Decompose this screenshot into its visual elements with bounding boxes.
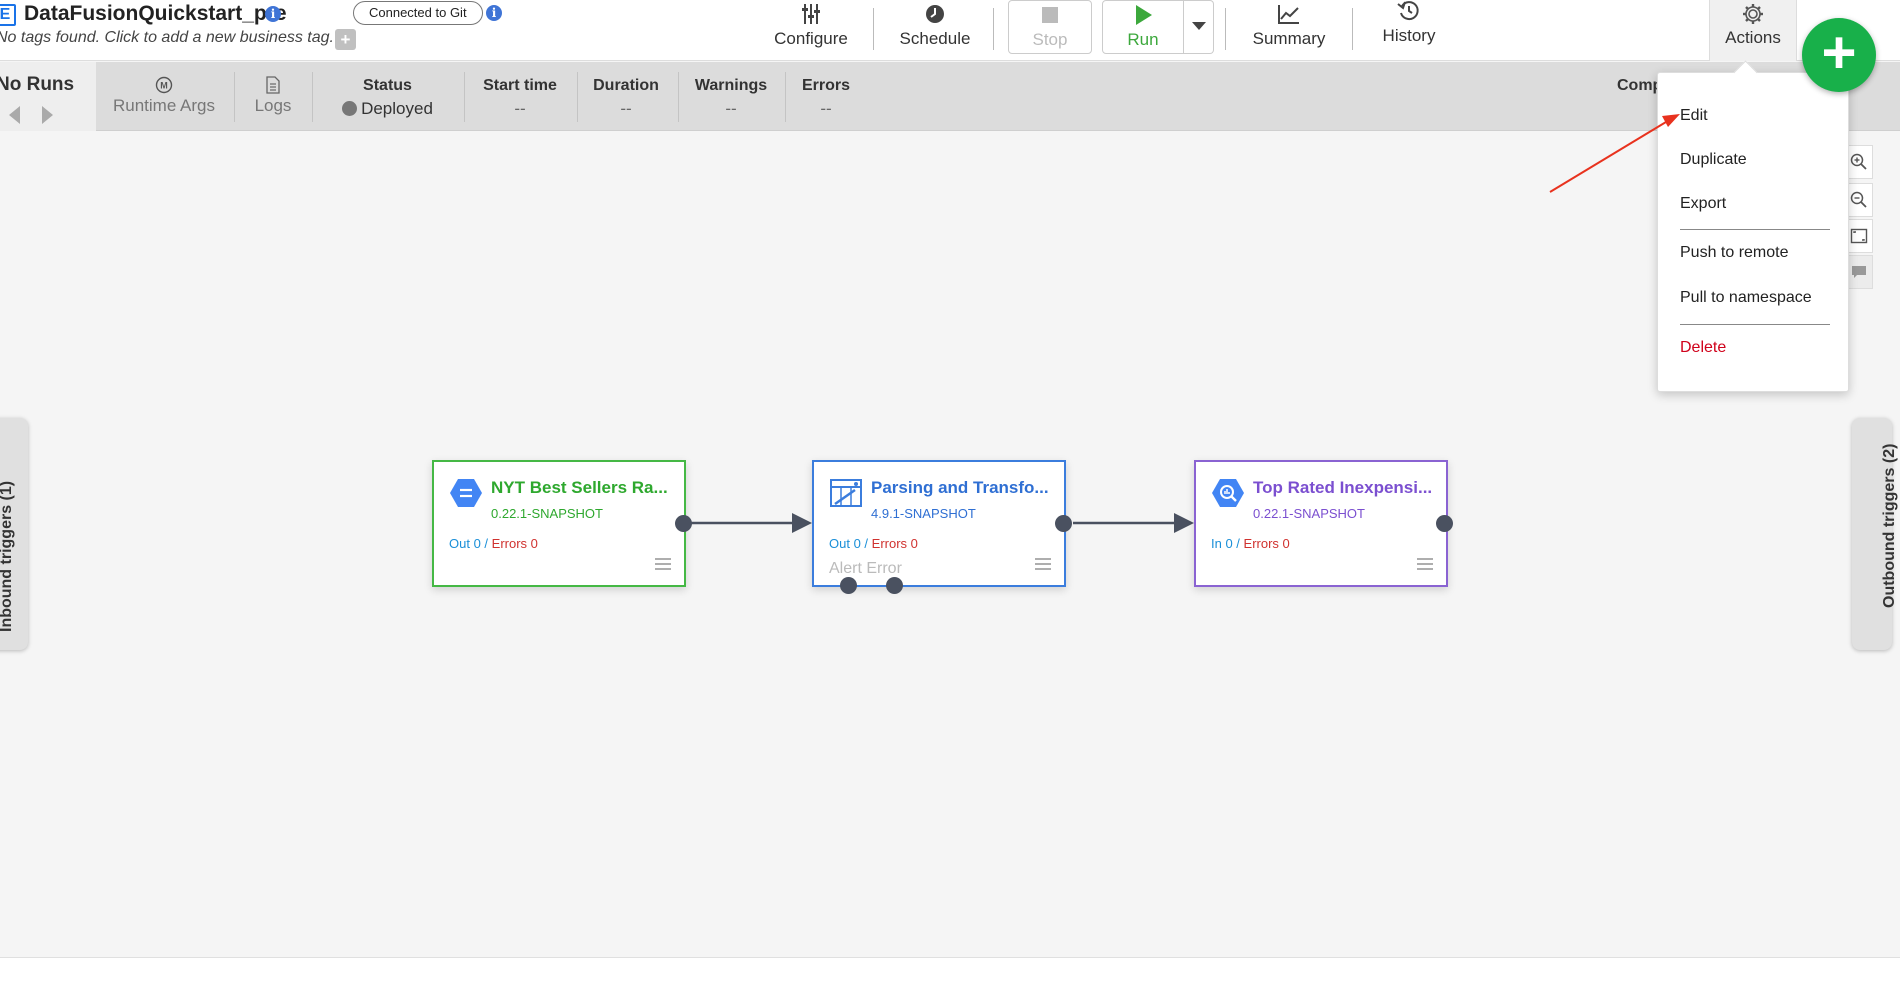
- wrangler-transform-icon: [830, 479, 862, 507]
- node-title: Parsing and Transfo...: [871, 478, 1049, 497]
- menu-item-edit[interactable]: Edit: [1680, 107, 1708, 125]
- node-title: NYT Best Sellers Ra...: [491, 478, 668, 497]
- node-error-count: Errors 0: [871, 536, 918, 551]
- hamburger-menu-icon[interactable]: [1035, 558, 1051, 570]
- menu-item-duplicate[interactable]: Duplicate: [1680, 151, 1747, 169]
- menu-item-pull-to-namespace[interactable]: Pull to namespace: [1680, 289, 1812, 307]
- node-metrics: Out 0 / Errors 0: [449, 536, 538, 551]
- comment-button[interactable]: [1845, 255, 1873, 289]
- connection-source-to-transform[interactable]: [690, 513, 812, 533]
- error-port[interactable]: [886, 577, 903, 594]
- fit-to-screen-button[interactable]: [1845, 219, 1873, 253]
- menu-item-push-to-remote[interactable]: Push to remote: [1680, 244, 1789, 262]
- hamburger-menu-icon[interactable]: [655, 558, 671, 570]
- node-version: 0.22.1-SNAPSHOT: [1253, 506, 1365, 521]
- node-metrics: Out 0 / Errors 0: [829, 536, 918, 551]
- add-fab-button[interactable]: +: [1802, 18, 1876, 92]
- zoom-out-button[interactable]: [1845, 183, 1873, 217]
- connection-transform-to-sink[interactable]: [1073, 513, 1194, 533]
- source-plugin-icon: [450, 479, 482, 507]
- hamburger-menu-icon[interactable]: [1417, 558, 1433, 570]
- node-error-count: Errors 0: [491, 536, 538, 551]
- node-title: Top Rated Inexpensi...: [1253, 478, 1433, 497]
- menu-divider: [1680, 324, 1830, 325]
- node-version: 0.22.1-SNAPSHOT: [491, 506, 603, 521]
- output-port[interactable]: [1055, 515, 1072, 532]
- alert-port[interactable]: [840, 577, 857, 594]
- bigquery-sink-icon: [1212, 479, 1244, 507]
- node-out-count: Out 0 /: [449, 536, 489, 551]
- node-alert-error-ports-label: Alert Error: [829, 560, 902, 577]
- zoom-in-button[interactable]: [1845, 145, 1873, 179]
- output-port[interactable]: [675, 515, 692, 532]
- node-in-count: In 0 /: [1211, 536, 1240, 551]
- menu-divider: [1680, 229, 1830, 230]
- output-port[interactable]: [1436, 515, 1453, 532]
- node-metrics: In 0 / Errors 0: [1211, 536, 1290, 551]
- pipeline-node-sink[interactable]: Top Rated Inexpensi... 0.22.1-SNAPSHOT I…: [1194, 460, 1448, 587]
- zoom-out-icon: [1850, 191, 1867, 208]
- actions-dropdown-menu: Edit Duplicate Export Push to remote Pul…: [1657, 72, 1849, 392]
- node-version: 4.9.1-SNAPSHOT: [871, 506, 976, 521]
- node-error-count: Errors 0: [1243, 536, 1290, 551]
- comment-icon: [1852, 266, 1866, 278]
- zoom-in-icon: [1850, 153, 1867, 170]
- pipeline-node-transform[interactable]: Parsing and Transfo... 4.9.1-SNAPSHOT Ou…: [812, 460, 1066, 587]
- node-out-count: Out 0 /: [829, 536, 869, 551]
- menu-item-export[interactable]: Export: [1680, 195, 1726, 213]
- menu-item-delete[interactable]: Delete: [1680, 339, 1726, 357]
- fit-to-screen-icon: [1850, 228, 1868, 244]
- pipeline-node-source[interactable]: NYT Best Sellers Ra... 0.22.1-SNAPSHOT O…: [432, 460, 686, 587]
